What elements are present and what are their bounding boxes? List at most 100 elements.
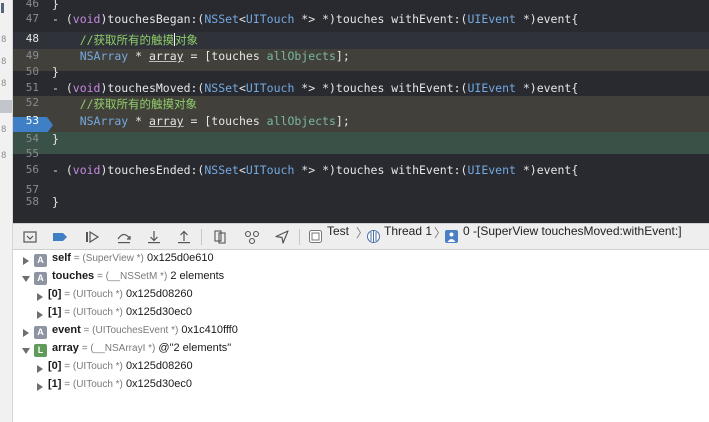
thread-breadcrumb[interactable]: Thread 1 xyxy=(384,224,432,251)
navigator-marker: 8 xyxy=(1,151,7,161)
variable-type: (UITouch *) xyxy=(72,289,123,300)
code-token: array xyxy=(148,114,184,128)
variable-row[interactable]: [1] = (UITouch *) 0x125d30ec0 xyxy=(13,378,709,396)
code-text[interactable]: - (void)touchesEnded:(NSSet<UITouch *> *… xyxy=(52,163,578,185)
equals-sign: = xyxy=(61,361,73,372)
variable-row[interactable]: Aevent = (UITouchesEvent *) 0x1c410fff0 xyxy=(13,324,709,342)
variable-type: (__NSSetM *) xyxy=(105,271,168,282)
variable-name: [1] xyxy=(48,306,62,318)
navigator-marker: 8 xyxy=(1,57,7,67)
disclosure-icon[interactable] xyxy=(35,382,45,392)
continue-button[interactable] xyxy=(83,228,101,246)
code-token: NSSet xyxy=(204,163,239,177)
navigator-marker: 8 xyxy=(1,125,7,135)
equals-sign: = xyxy=(61,379,73,390)
variable-row[interactable]: [1] = (UITouch *) 0x125d30ec0 xyxy=(13,306,709,324)
variable-row[interactable]: Atouches = (__NSSetM *) 2 elements xyxy=(13,270,709,288)
variable-row[interactable]: Aself = (SuperView *) 0x125d0e610 xyxy=(13,252,709,270)
navigator-marker: 8 xyxy=(1,35,7,45)
variable-value: 0x125d0e610 xyxy=(146,252,214,264)
variable-value: @"2 elements" xyxy=(158,342,232,354)
variable-text: [1] = (UITouch *) 0x125d30ec0 xyxy=(48,378,192,396)
scheme-breadcrumb[interactable]: Test xyxy=(327,224,349,251)
code-token: UITouch xyxy=(245,12,295,26)
code-line[interactable]: 58} xyxy=(13,195,709,217)
code-token: NSArray xyxy=(79,114,129,128)
variable-text: event = (UITouchesEvent *) 0x1c410fff0 xyxy=(52,324,238,342)
code-token: } xyxy=(52,195,59,209)
breakpoints-toggle-button[interactable] xyxy=(51,228,69,246)
navigator-selected-item[interactable] xyxy=(0,100,12,113)
code-token: UITouch xyxy=(245,81,295,95)
code-token: ]; xyxy=(335,49,350,63)
variable-kind-badge: A xyxy=(34,254,47,267)
code-token: = [touches xyxy=(183,49,267,63)
view-hierarchy-button[interactable] xyxy=(211,228,229,246)
disclosure-icon[interactable] xyxy=(21,256,31,266)
code-token: *)event{ xyxy=(515,81,579,95)
code-token: = [touches xyxy=(183,114,267,128)
code-token: UIEvent xyxy=(467,12,516,26)
thread-icon xyxy=(367,230,380,243)
code-token: allObjects xyxy=(266,49,336,63)
code-token: )touchesBegan:( xyxy=(100,12,205,26)
debug-bar: Test 〉 Thread 1 〉 0 -[SuperView touchesM… xyxy=(13,223,709,250)
memory-graph-button[interactable] xyxy=(243,228,261,246)
disclosure-icon[interactable] xyxy=(21,346,31,356)
continue-icon xyxy=(86,230,100,244)
variable-type: (UITouch *) xyxy=(72,379,123,390)
variable-row[interactable]: [0] = (UITouch *) 0x125d08260 xyxy=(13,360,709,378)
simulate-location-icon xyxy=(275,230,289,244)
code-line[interactable]: 56 - (void)touchesEnded:(NSSet<UITouch *>… xyxy=(13,163,709,185)
variable-row[interactable]: Larray = (__NSArrayI *) @"2 elements" xyxy=(13,342,709,360)
code-token: *> *)touches withEvent:( xyxy=(294,12,468,26)
variable-type: (UITouch *) xyxy=(72,361,123,372)
breakpoint-toggle-icon xyxy=(53,233,67,241)
code-token: *)event{ xyxy=(515,163,579,177)
step-out-button[interactable] xyxy=(175,228,193,246)
code-token: 对象 xyxy=(175,33,199,47)
variable-value: 0x125d30ec0 xyxy=(125,378,192,390)
variables-view[interactable]: Aself = (SuperView *) 0x125d0e610 Atouche… xyxy=(13,250,709,422)
code-token: //获取所有的触摸 xyxy=(79,33,175,47)
code-editor[interactable]: 46} 47- (void)touchesBegan:(NSSet<UITouch… xyxy=(13,0,709,223)
equals-sign: = xyxy=(80,325,93,336)
variable-value: 2 elements xyxy=(170,270,225,282)
code-token: NSSet xyxy=(204,12,239,26)
disclosure-icon[interactable] xyxy=(35,364,45,374)
code-line[interactable]: 47 - (void)touchesBegan:(NSSet<UITouch *>… xyxy=(13,12,709,34)
disclosure-icon[interactable] xyxy=(35,310,45,320)
variable-name: touches xyxy=(52,270,95,282)
xcode-debug-window: 8 8 8 8 8 46} 47- (void)touchesBegan:(NSS… xyxy=(0,0,709,422)
toggle-console-icon xyxy=(23,231,37,243)
code-token: < xyxy=(238,12,246,26)
code-token: - ( xyxy=(52,12,73,26)
memory-graph-icon xyxy=(244,230,260,245)
code-token: *)event{ xyxy=(515,12,579,26)
code-text[interactable]: - (void)touchesBegan:(NSSet<UITouch *> *… xyxy=(52,12,578,34)
variable-kind-badge: A xyxy=(34,326,47,339)
frame-breadcrumb[interactable]: 0 -[SuperView touchesMoved:withEvent:] xyxy=(463,224,682,251)
step-into-button[interactable] xyxy=(145,228,163,246)
line-number: 47 xyxy=(25,12,39,25)
code-token: - ( xyxy=(52,81,73,95)
frame-icon xyxy=(445,230,458,243)
disclosure-icon[interactable] xyxy=(21,328,31,338)
disclosure-icon[interactable] xyxy=(21,274,31,284)
variable-row[interactable]: [0] = (UITouch *) 0x125d08260 xyxy=(13,288,709,306)
code-token: )touchesMoved:( xyxy=(100,81,205,95)
toggle-console-button[interactable] xyxy=(21,228,39,246)
step-over-button[interactable] xyxy=(115,228,133,246)
variable-text: [1] = (UITouch *) 0x125d30ec0 xyxy=(48,306,192,324)
variable-value: 0x125d08260 xyxy=(125,360,193,372)
simulate-location-button[interactable] xyxy=(273,228,291,246)
disclosure-icon[interactable] xyxy=(35,292,45,302)
code-token: NSSet xyxy=(204,81,239,95)
variable-name: [0] xyxy=(48,288,62,300)
code-text[interactable]: } xyxy=(52,195,59,217)
code-token: //获取所有的触摸对象 xyxy=(79,97,198,111)
